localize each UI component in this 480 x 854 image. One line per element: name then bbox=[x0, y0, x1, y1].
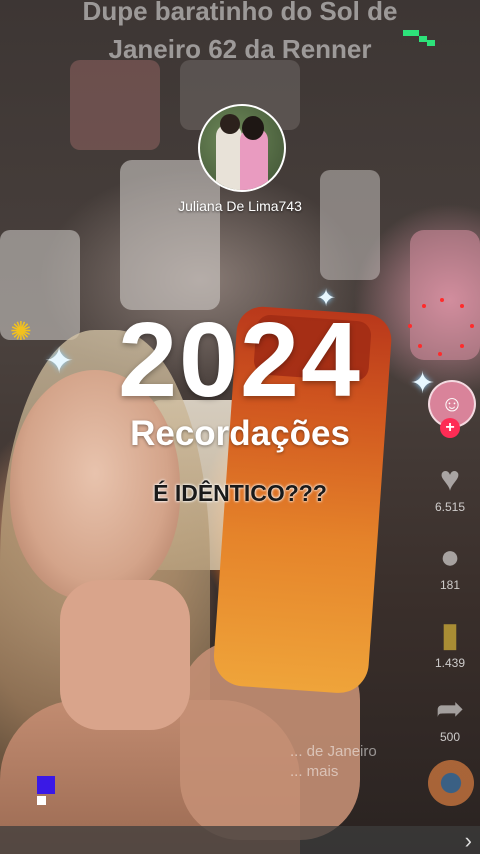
shelf-item bbox=[70, 60, 160, 150]
chevron-right-icon[interactable]: › bbox=[465, 828, 472, 854]
share-count: 500 bbox=[439, 730, 461, 744]
share-arrow-icon: ➦ bbox=[435, 690, 465, 728]
pixel-deco-icon bbox=[403, 30, 435, 48]
square-deco-icon bbox=[37, 776, 57, 808]
bookmark-icon: ▮ bbox=[440, 616, 460, 654]
save-count: 1.439 bbox=[434, 656, 466, 670]
bottom-bar[interactable]: › bbox=[0, 826, 480, 854]
like-count: 6.515 bbox=[434, 500, 466, 514]
caption-more-link[interactable]: ... mais bbox=[290, 762, 377, 782]
template-avatar[interactable] bbox=[198, 104, 286, 192]
share-button[interactable]: ➦ 500 bbox=[420, 690, 480, 744]
like-button[interactable]: ♥ 6.515 bbox=[420, 460, 480, 514]
caption-overlay: É IDÊNTICO??? bbox=[153, 480, 327, 506]
person-hand bbox=[60, 580, 190, 730]
heart-icon: ♥ bbox=[439, 460, 461, 498]
overlay-title-line1: Dupe baratinho do Sol de bbox=[82, 0, 398, 26]
music-disc-icon[interactable] bbox=[428, 760, 474, 806]
recordacoes-title: Recordações bbox=[130, 414, 350, 453]
save-button[interactable]: ▮ 1.439 bbox=[420, 616, 480, 670]
template-username[interactable]: Juliana De Lima743 bbox=[0, 198, 480, 214]
caption-line: ... de Janeiro bbox=[290, 743, 377, 760]
video-caption[interactable]: ... de Janeiro ... mais bbox=[290, 742, 377, 782]
cream-jar bbox=[120, 160, 220, 310]
comment-icon: ● bbox=[439, 538, 461, 576]
comment-count: 181 bbox=[439, 578, 461, 592]
cream-jar bbox=[320, 170, 380, 280]
comment-button[interactable]: ● 181 bbox=[420, 538, 480, 592]
year-title: 2024 bbox=[118, 301, 362, 419]
plus-icon[interactable]: + bbox=[440, 418, 460, 438]
